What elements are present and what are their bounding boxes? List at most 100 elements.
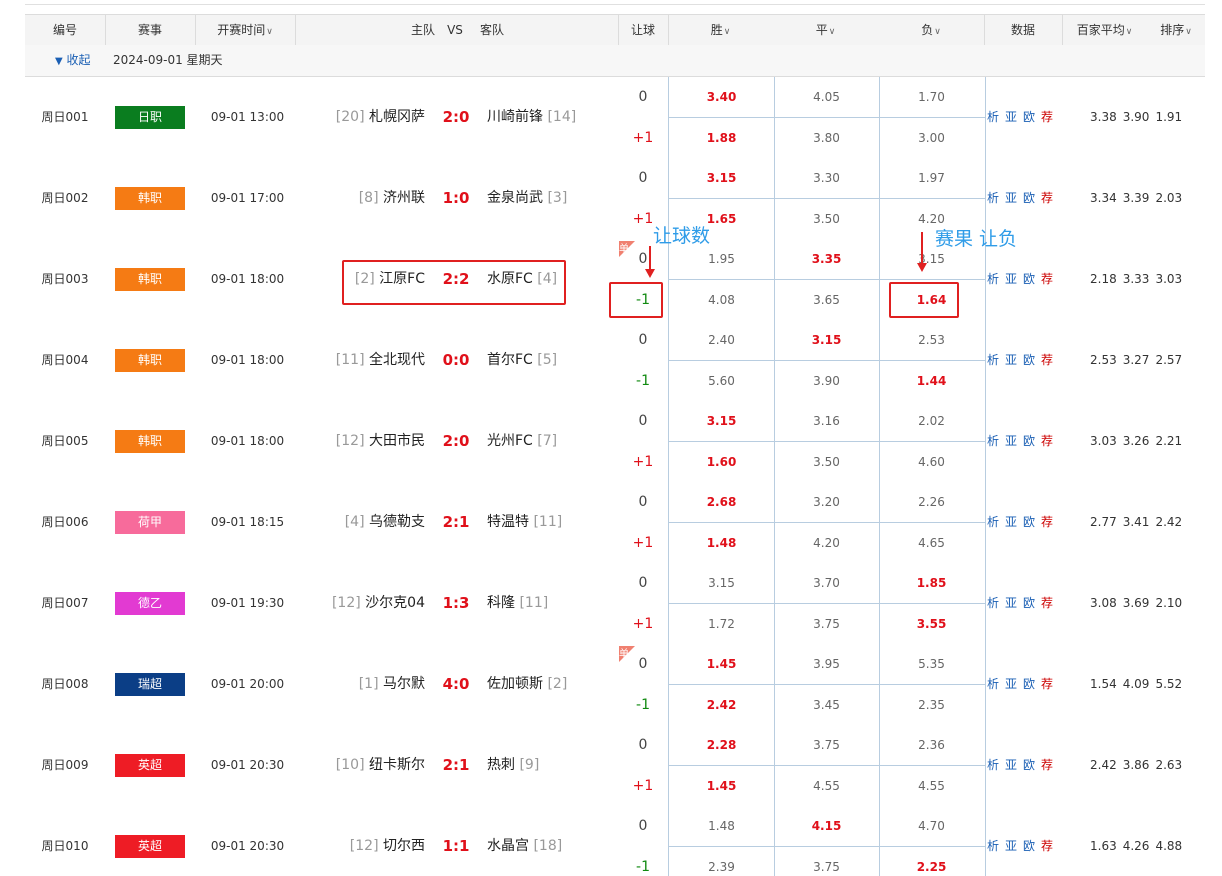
odds-cell[interactable]: 4.70 (879, 806, 984, 846)
header-time-sort[interactable]: 开赛时间∨ (195, 15, 295, 46)
asian-odds-link[interactable]: 亚 (1005, 110, 1017, 124)
odds-cell[interactable]: 4.05 (774, 77, 879, 117)
odds-cell[interactable]: 1.72 (669, 604, 774, 644)
away-team[interactable]: 佐加顿斯 [2] (487, 644, 627, 725)
analysis-link[interactable]: 析 (987, 272, 999, 286)
league-badge[interactable]: 德乙 (115, 592, 185, 615)
away-team[interactable]: 热刺 [9] (487, 725, 627, 806)
odds-cell[interactable]: 3.00 (879, 118, 984, 158)
odds-cell[interactable]: 1.97 (879, 158, 984, 198)
odds-cell[interactable]: 2.26 (879, 482, 984, 522)
asian-odds-link[interactable]: 亚 (1005, 353, 1017, 367)
league-badge[interactable]: 英超 (115, 754, 185, 777)
odds-cell[interactable]: 1.45 (669, 644, 774, 684)
odds-cell[interactable]: 3.80 (774, 118, 879, 158)
odds-cell[interactable]: 3.75 (774, 604, 879, 644)
euro-odds-link[interactable]: 欧 (1023, 272, 1035, 286)
home-team[interactable]: [12] 大田市民 (295, 401, 425, 482)
odds-cell[interactable]: 3.15 (669, 158, 774, 198)
odds-cell[interactable]: 1.48 (669, 806, 774, 846)
away-team[interactable]: 水晶宫 [18] (487, 806, 627, 876)
asian-odds-link[interactable]: 亚 (1005, 191, 1017, 205)
odds-cell[interactable]: 4.60 (879, 442, 984, 482)
odds-cell[interactable]: 3.55 (879, 604, 984, 644)
odds-cell[interactable]: 3.75 (774, 725, 879, 765)
odds-cell[interactable]: 2.36 (879, 725, 984, 765)
euro-odds-link[interactable]: 欧 (1023, 191, 1035, 205)
home-team[interactable]: [11] 全北现代 (295, 320, 425, 401)
header-sort[interactable]: 排序∨ (1147, 15, 1205, 46)
away-team[interactable]: 首尔FC [5] (487, 320, 627, 401)
odds-cell[interactable]: 4.55 (879, 766, 984, 806)
recommend-link[interactable]: 荐 (1041, 272, 1053, 286)
header-lose-sort[interactable]: 负∨ (878, 15, 984, 46)
league-badge[interactable]: 英超 (115, 835, 185, 858)
euro-odds-link[interactable]: 欧 (1023, 515, 1035, 529)
odds-cell[interactable]: 3.30 (774, 158, 879, 198)
header-win-sort[interactable]: 胜∨ (668, 15, 773, 46)
analysis-link[interactable]: 析 (987, 596, 999, 610)
home-team[interactable]: [12] 沙尔克04 (295, 563, 425, 644)
away-team[interactable]: 光州FC [7] (487, 401, 627, 482)
euro-odds-link[interactable]: 欧 (1023, 353, 1035, 367)
analysis-link[interactable]: 析 (987, 191, 999, 205)
euro-odds-link[interactable]: 欧 (1023, 596, 1035, 610)
header-draw-sort[interactable]: 平∨ (773, 15, 878, 46)
odds-cell[interactable]: 3.40 (669, 77, 774, 117)
home-team[interactable]: [20] 札幌冈萨 (295, 77, 425, 158)
analysis-link[interactable]: 析 (987, 434, 999, 448)
odds-cell[interactable]: 3.95 (774, 644, 879, 684)
odds-cell[interactable]: 3.15 (669, 401, 774, 441)
odds-cell[interactable]: 2.40 (669, 320, 774, 360)
odds-cell[interactable]: 5.35 (879, 644, 984, 684)
recommend-link[interactable]: 荐 (1041, 110, 1053, 124)
header-avg-sort[interactable]: 百家平均∨ (1062, 15, 1147, 46)
euro-odds-link[interactable]: 欧 (1023, 758, 1035, 772)
odds-cell[interactable]: 3.70 (774, 563, 879, 603)
odds-cell[interactable]: 2.53 (879, 320, 984, 360)
odds-cell[interactable]: 2.68 (669, 482, 774, 522)
away-team[interactable]: 川崎前锋 [14] (487, 77, 627, 158)
odds-cell[interactable]: 3.90 (774, 361, 879, 401)
odds-cell[interactable]: 4.08 (669, 280, 774, 320)
league-badge[interactable]: 荷甲 (115, 511, 185, 534)
odds-cell[interactable]: 3.75 (774, 847, 879, 876)
home-team[interactable]: [12] 切尔西 (295, 806, 425, 876)
recommend-link[interactable]: 荐 (1041, 191, 1053, 205)
asian-odds-link[interactable]: 亚 (1005, 758, 1017, 772)
odds-cell[interactable]: 2.25 (879, 847, 984, 876)
recommend-link[interactable]: 荐 (1041, 434, 1053, 448)
odds-cell[interactable]: 2.42 (669, 685, 774, 725)
league-badge[interactable]: 韩职 (115, 187, 185, 210)
odds-cell[interactable]: 3.20 (774, 482, 879, 522)
odds-cell[interactable]: 1.44 (879, 361, 984, 401)
recommend-link[interactable]: 荐 (1041, 353, 1053, 367)
league-badge[interactable]: 韩职 (115, 349, 185, 372)
home-team[interactable]: [4] 乌德勒支 (295, 482, 425, 563)
odds-cell[interactable]: 2.35 (879, 685, 984, 725)
odds-cell[interactable]: 4.65 (879, 523, 984, 563)
odds-cell[interactable]: 2.02 (879, 401, 984, 441)
recommend-link[interactable]: 荐 (1041, 515, 1053, 529)
analysis-link[interactable]: 析 (987, 353, 999, 367)
league-badge[interactable]: 韩职 (115, 430, 185, 453)
euro-odds-link[interactable]: 欧 (1023, 839, 1035, 853)
asian-odds-link[interactable]: 亚 (1005, 839, 1017, 853)
analysis-link[interactable]: 析 (987, 677, 999, 691)
asian-odds-link[interactable]: 亚 (1005, 596, 1017, 610)
odds-cell[interactable]: 1.45 (669, 766, 774, 806)
euro-odds-link[interactable]: 欧 (1023, 434, 1035, 448)
odds-cell[interactable]: 3.16 (774, 401, 879, 441)
odds-cell[interactable]: 1.70 (879, 77, 984, 117)
away-team[interactable]: 金泉尚武 [3] (487, 158, 627, 239)
home-team[interactable]: [8] 济州联 (295, 158, 425, 239)
league-badge[interactable]: 瑞超 (115, 673, 185, 696)
analysis-link[interactable]: 析 (987, 758, 999, 772)
recommend-link[interactable]: 荐 (1041, 839, 1053, 853)
odds-cell[interactable]: 3.50 (774, 442, 879, 482)
asian-odds-link[interactable]: 亚 (1005, 515, 1017, 529)
odds-cell[interactable]: 3.45 (774, 685, 879, 725)
odds-cell[interactable]: 2.39 (669, 847, 774, 876)
recommend-link[interactable]: 荐 (1041, 758, 1053, 772)
odds-cell[interactable]: 3.65 (774, 280, 879, 320)
